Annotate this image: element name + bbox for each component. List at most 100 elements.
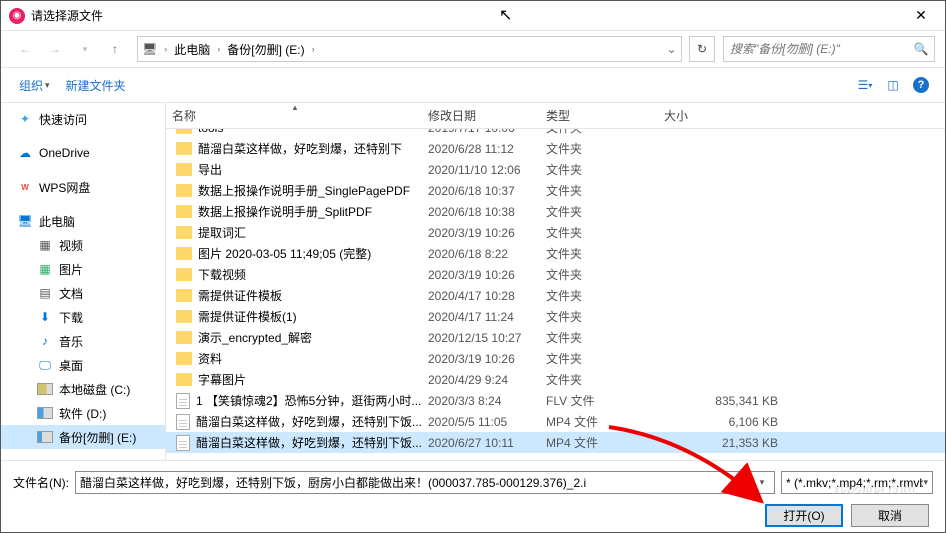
file-row[interactable]: tools2019/7/17 10:06文件夹 — [166, 129, 945, 138]
footer: 文件名(N): ▾ * (*.mkv;*.mp4;*.rm;*.rmvb;*.f… — [1, 460, 945, 532]
path-seg-thispc[interactable]: 此电脑 — [170, 37, 214, 61]
sidebar-desktop[interactable]: 🖵桌面 — [1, 353, 165, 377]
drive-icon — [37, 429, 53, 445]
filename-input-wrap[interactable]: ▾ — [75, 471, 775, 494]
view-options-button[interactable]: ☰▾ — [853, 73, 877, 97]
desktop-icon: 🖵 — [37, 357, 53, 373]
file-type: 文件夹 — [540, 245, 658, 262]
sidebar-downloads[interactable]: ⬇下载 — [1, 305, 165, 329]
drive-icon — [37, 381, 53, 397]
recent-dropdown: ▾ — [71, 35, 99, 63]
sidebar-quickaccess[interactable]: ✦快速访问 — [1, 107, 165, 131]
file-list[interactable]: tools2019/7/17 10:06文件夹醋溜白菜这样做，好吃到爆，还特别下… — [166, 129, 945, 461]
organize-button[interactable]: 组织▾ — [11, 73, 58, 98]
filename-input[interactable] — [80, 476, 754, 490]
file-date: 2020/11/10 12:06 — [422, 163, 540, 177]
file-row[interactable]: 下载视频2020/3/19 10:26文件夹 — [166, 264, 945, 285]
sidebar-drive-d[interactable]: 软件 (D:) — [1, 401, 165, 425]
filename-dropdown[interactable]: ▾ — [754, 477, 770, 488]
file-row[interactable]: 导出2020/11/10 12:06文件夹 — [166, 159, 945, 180]
sidebar-documents[interactable]: ▤文档 — [1, 281, 165, 305]
file-row[interactable]: 字幕图片2020/4/29 9:24文件夹 — [166, 369, 945, 390]
file-type: 文件夹 — [540, 203, 658, 220]
sidebar-thispc[interactable]: 🖥此电脑 — [1, 209, 165, 233]
chevron-right-icon[interactable]: › — [214, 44, 223, 54]
file-date: 2020/3/19 10:26 — [422, 268, 540, 282]
file-row[interactable]: 醋溜白菜这样做，好吃到爆，还特别下2020/6/28 11:12文件夹 — [166, 138, 945, 159]
sidebar-onedrive[interactable]: ☁OneDrive — [1, 141, 165, 165]
folder-icon — [176, 142, 192, 155]
sidebar-pictures[interactable]: ▦图片 — [1, 257, 165, 281]
file-row[interactable]: 需提供证件模板(1)2020/4/17 11:24文件夹 — [166, 306, 945, 327]
address-bar[interactable]: 🖥 › 此电脑 › 备份[勿删] (E:) › ⌄ — [137, 36, 682, 62]
file-name: 图片 2020-03-05 11;49;05 (完整) — [198, 245, 371, 262]
file-name: 数据上报操作说明手册_SinglePagePDF — [198, 182, 410, 199]
sidebar-music[interactable]: ♪音乐 — [1, 329, 165, 353]
forward-button: → — [41, 35, 69, 63]
column-header[interactable]: ▲ 名称 修改日期 类型 大小 — [166, 103, 945, 129]
search-box[interactable]: 🔍 — [723, 36, 935, 62]
close-button[interactable]: ✕ — [899, 2, 943, 30]
search-input[interactable] — [724, 42, 908, 56]
folder-icon — [176, 163, 192, 176]
folder-icon — [176, 247, 192, 260]
path-seg-drive[interactable]: 备份[勿删] (E:) — [223, 37, 308, 61]
back-button: ← — [11, 35, 39, 63]
sidebar-drive-c[interactable]: 本地磁盘 (C:) — [1, 377, 165, 401]
search-icon[interactable]: 🔍 — [908, 42, 934, 56]
file-row[interactable]: 提取词汇2020/3/19 10:26文件夹 — [166, 222, 945, 243]
preview-pane-button[interactable]: ◫ — [881, 73, 905, 97]
folder-icon — [176, 268, 192, 281]
file-row[interactable]: 数据上报操作说明手册_SinglePagePDF2020/6/18 10:37文… — [166, 180, 945, 201]
cloud-icon: ☁ — [17, 145, 33, 161]
file-name: 演示_encrypted_解密 — [198, 329, 312, 346]
file-row[interactable]: 醋溜白菜这样做，好吃到爆，还特别下饭...2020/5/5 11:05MP4 文… — [166, 411, 945, 432]
file-type: 文件夹 — [540, 350, 658, 367]
folder-icon — [176, 129, 192, 134]
address-dropdown[interactable]: ⌄ — [661, 37, 681, 61]
folder-icon — [176, 226, 192, 239]
file-row[interactable]: 演示_encrypted_解密2020/12/15 10:27文件夹 — [166, 327, 945, 348]
folder-icon — [176, 289, 192, 302]
sidebar-wps[interactable]: WWPS网盘 — [1, 175, 165, 199]
file-row[interactable]: 需提供证件模板2020/4/17 10:28文件夹 — [166, 285, 945, 306]
open-button[interactable]: 打开(O) — [765, 504, 843, 527]
file-row[interactable]: 数据上报操作说明手册_SplitPDF2020/6/18 10:38文件夹 — [166, 201, 945, 222]
music-icon: ♪ — [37, 333, 53, 349]
col-date[interactable]: 修改日期 — [422, 103, 540, 128]
pc-icon[interactable]: 🖥 — [138, 37, 161, 61]
file-type: 文件夹 — [540, 140, 658, 157]
file-date: 2020/4/17 10:28 — [422, 289, 540, 303]
file-row[interactable]: 图片 2020-03-05 11;49;05 (完整)2020/6/18 8:2… — [166, 243, 945, 264]
help-button[interactable]: ? — [909, 73, 933, 97]
file-date: 2020/6/27 10:11 — [422, 436, 540, 450]
cancel-button[interactable]: 取消 — [851, 504, 929, 527]
filename-label: 文件名(N): — [13, 474, 69, 491]
chevron-right-icon[interactable]: › — [161, 44, 170, 54]
file-row[interactable]: 1 【笑镇惊魂2】恐怖5分钟，逛街两小时...2020/3/3 8:24FLV … — [166, 390, 945, 411]
sidebar-videos[interactable]: ▦视频 — [1, 233, 165, 257]
newfolder-button[interactable]: 新建文件夹 — [58, 73, 134, 98]
file-size: 6,106 KB — [658, 415, 798, 429]
file-size: 835,341 KB — [658, 394, 798, 408]
sidebar-drive-e[interactable]: 备份[勿删] (E:) — [1, 425, 165, 449]
file-date: 2020/4/17 11:24 — [422, 310, 540, 324]
window-title: 请选择源文件 — [31, 7, 899, 24]
file-name: 下载视频 — [198, 266, 246, 283]
folder-icon — [176, 331, 192, 344]
file-row[interactable]: 资料2020/3/19 10:26文件夹 — [166, 348, 945, 369]
file-date: 2020/6/18 10:37 — [422, 184, 540, 198]
file-row[interactable]: 醋溜白菜这样做，好吃到爆，还特别下饭...2020/6/27 10:11MP4 … — [166, 432, 945, 453]
refresh-button[interactable]: ↻ — [689, 36, 715, 62]
file-icon — [176, 435, 190, 451]
col-size[interactable]: 大小 — [658, 103, 798, 128]
chevron-right-icon[interactable]: › — [309, 44, 318, 54]
file-date: 2020/3/19 10:26 — [422, 352, 540, 366]
file-date: 2020/4/29 9:24 — [422, 373, 540, 387]
file-icon — [176, 414, 190, 430]
document-icon: ▤ — [37, 285, 53, 301]
file-name: 需提供证件模板 — [198, 287, 282, 304]
col-type[interactable]: 类型 — [540, 103, 658, 128]
up-button[interactable]: ↑ — [101, 35, 129, 63]
filetype-filter[interactable]: * (*.mkv;*.mp4;*.rm;*.rmvb;*.f▾ — [781, 471, 933, 494]
